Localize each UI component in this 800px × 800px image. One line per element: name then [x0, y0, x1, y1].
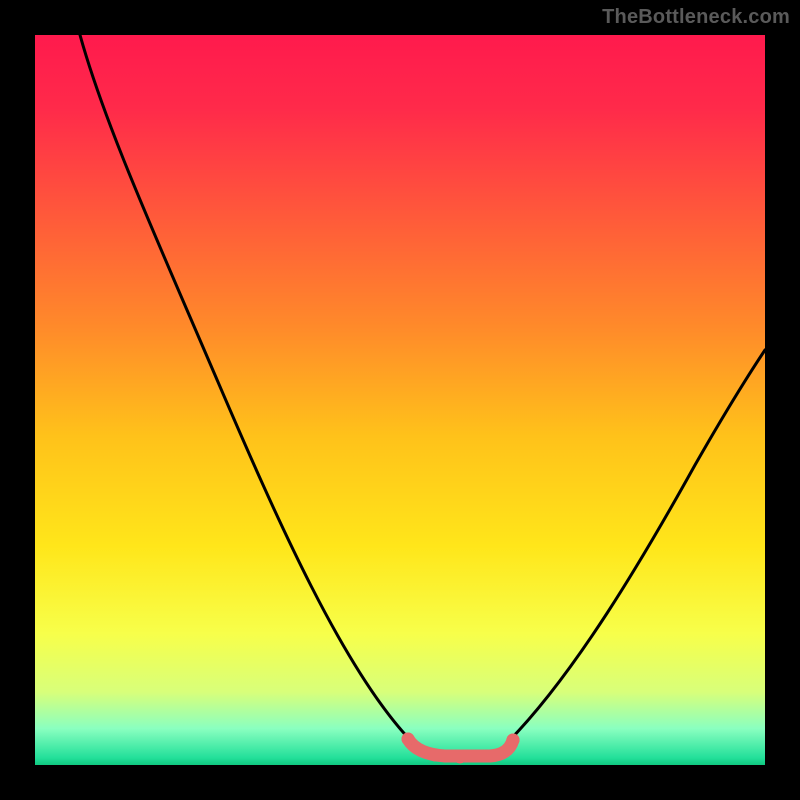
- watermark-text: TheBottleneck.com: [602, 6, 790, 29]
- chart-gradient-area: [35, 35, 765, 765]
- chart-stage: TheBottleneck.com: [0, 0, 800, 800]
